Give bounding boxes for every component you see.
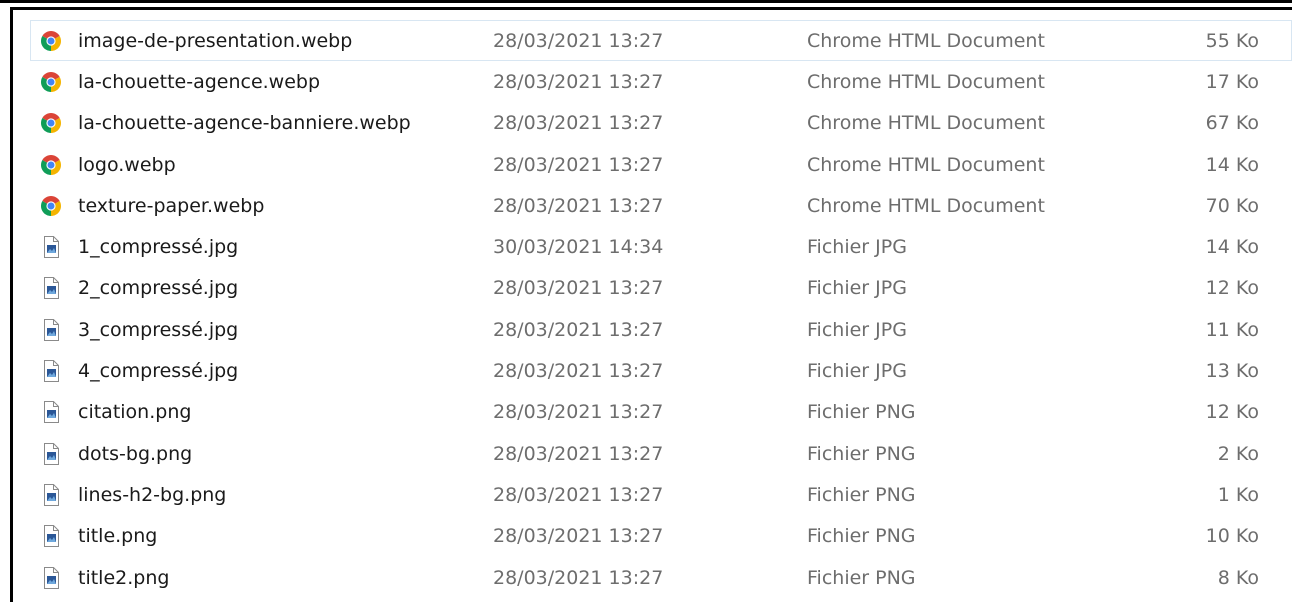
- file-date-modified: 28/03/2021 13:27: [493, 112, 664, 135]
- chrome-icon: [40, 21, 62, 60]
- file-type: Chrome HTML Document: [807, 153, 1045, 176]
- file-size: 8 Ko: [1217, 566, 1259, 589]
- chrome-icon: [40, 186, 62, 225]
- file-name: la-chouette-agence-banniere.webp: [78, 112, 411, 135]
- file-name: lines-h2-bg.png: [78, 483, 227, 506]
- file-type: Chrome HTML Document: [807, 29, 1045, 52]
- file-date-modified: 28/03/2021 13:27: [493, 29, 664, 52]
- file-name: dots-bg.png: [78, 442, 193, 465]
- file-date-modified: 28/03/2021 13:27: [493, 442, 664, 465]
- file-type: Fichier JPG: [807, 360, 907, 383]
- file-row[interactable]: 4_compressé.jpg 28/03/2021 13:27 Fichier…: [30, 350, 1292, 391]
- file-type: Fichier PNG: [807, 566, 916, 589]
- file-type: Fichier PNG: [807, 483, 916, 506]
- image-file-icon: [40, 558, 62, 597]
- file-row[interactable]: 3_compressé.jpg 28/03/2021 13:27 Fichier…: [30, 309, 1292, 350]
- file-size: 17 Ko: [1205, 70, 1259, 93]
- chrome-icon: [40, 104, 62, 143]
- file-row[interactable]: la-chouette-agence-banniere.webp 28/03/2…: [30, 103, 1292, 144]
- file-date-modified: 28/03/2021 13:27: [493, 318, 664, 341]
- file-size: 70 Ko: [1205, 194, 1259, 217]
- image-file-icon: [40, 310, 62, 349]
- image-file-icon: [40, 227, 62, 266]
- file-name: citation.png: [78, 401, 192, 424]
- file-type: Fichier JPG: [807, 236, 907, 259]
- file-size: 12 Ko: [1205, 401, 1259, 424]
- file-date-modified: 28/03/2021 13:27: [493, 153, 664, 176]
- file-name: texture-paper.webp: [78, 194, 265, 217]
- file-type: Chrome HTML Document: [807, 70, 1045, 93]
- file-date-modified: 28/03/2021 13:27: [493, 70, 664, 93]
- file-size: 1 Ko: [1217, 483, 1259, 506]
- file-type: Fichier JPG: [807, 318, 907, 341]
- file-date-modified: 28/03/2021 13:27: [493, 360, 664, 383]
- file-size: 12 Ko: [1205, 277, 1259, 300]
- file-row[interactable]: 1_compressé.jpg 30/03/2021 14:34 Fichier…: [30, 226, 1292, 267]
- file-list: image-de-presentation.webp 28/03/2021 13…: [30, 20, 1292, 598]
- image-file-icon: [40, 517, 62, 556]
- file-size: 55 Ko: [1205, 29, 1259, 52]
- file-row[interactable]: citation.png 28/03/2021 13:27 Fichier PN…: [30, 392, 1292, 433]
- file-row[interactable]: lines-h2-bg.png 28/03/2021 13:27 Fichier…: [30, 474, 1292, 515]
- file-type: Chrome HTML Document: [807, 112, 1045, 135]
- image-file-icon: [40, 393, 62, 432]
- file-date-modified: 28/03/2021 13:27: [493, 277, 664, 300]
- file-row[interactable]: image-de-presentation.webp 28/03/2021 13…: [30, 20, 1292, 62]
- chrome-icon: [40, 145, 62, 184]
- file-type: Chrome HTML Document: [807, 194, 1045, 217]
- image-file-icon: [40, 269, 62, 308]
- file-name: 4_compressé.jpg: [78, 360, 239, 383]
- file-row[interactable]: title.png 28/03/2021 13:27 Fichier PNG 1…: [30, 516, 1292, 557]
- file-size: 11 Ko: [1205, 318, 1259, 341]
- window-frame-left-edge: [10, 7, 13, 602]
- file-name: logo.webp: [78, 153, 176, 176]
- file-row[interactable]: la-chouette-agence.webp 28/03/2021 13:27…: [30, 61, 1292, 102]
- file-date-modified: 28/03/2021 13:27: [493, 194, 664, 217]
- file-type: Fichier JPG: [807, 277, 907, 300]
- file-row[interactable]: 2_compressé.jpg 28/03/2021 13:27 Fichier…: [30, 268, 1292, 309]
- file-name: 1_compressé.jpg: [78, 236, 239, 259]
- file-date-modified: 28/03/2021 13:27: [493, 483, 664, 506]
- file-row[interactable]: title2.png 28/03/2021 13:27 Fichier PNG …: [30, 557, 1292, 598]
- file-row[interactable]: dots-bg.png 28/03/2021 13:27 Fichier PNG…: [30, 433, 1292, 474]
- file-size: 2 Ko: [1217, 442, 1259, 465]
- file-size: 14 Ko: [1205, 153, 1259, 176]
- file-size: 13 Ko: [1205, 360, 1259, 383]
- chrome-icon: [40, 62, 62, 101]
- file-type: Fichier PNG: [807, 442, 916, 465]
- file-date-modified: 28/03/2021 13:27: [493, 566, 664, 589]
- image-file-icon: [40, 434, 62, 473]
- file-size: 14 Ko: [1205, 236, 1259, 259]
- window-frame-top-edge: [0, 0, 1292, 3]
- file-type: Fichier PNG: [807, 525, 916, 548]
- file-name: 3_compressé.jpg: [78, 318, 239, 341]
- file-date-modified: 28/03/2021 13:27: [493, 401, 664, 424]
- file-row[interactable]: texture-paper.webp 28/03/2021 13:27 Chro…: [30, 185, 1292, 226]
- file-row[interactable]: logo.webp 28/03/2021 13:27 Chrome HTML D…: [30, 144, 1292, 185]
- window-frame-inner-edge: [10, 7, 1292, 10]
- image-file-icon: [40, 475, 62, 514]
- file-date-modified: 30/03/2021 14:34: [493, 236, 664, 259]
- file-date-modified: 28/03/2021 13:27: [493, 525, 664, 548]
- file-name: 2_compressé.jpg: [78, 277, 239, 300]
- file-size: 10 Ko: [1205, 525, 1259, 548]
- image-file-icon: [40, 351, 62, 390]
- file-name: title2.png: [78, 566, 170, 589]
- file-size: 67 Ko: [1205, 112, 1259, 135]
- file-name: title.png: [78, 525, 158, 548]
- file-name: image-de-presentation.webp: [78, 29, 353, 52]
- file-name: la-chouette-agence.webp: [78, 70, 321, 93]
- file-type: Fichier PNG: [807, 401, 916, 424]
